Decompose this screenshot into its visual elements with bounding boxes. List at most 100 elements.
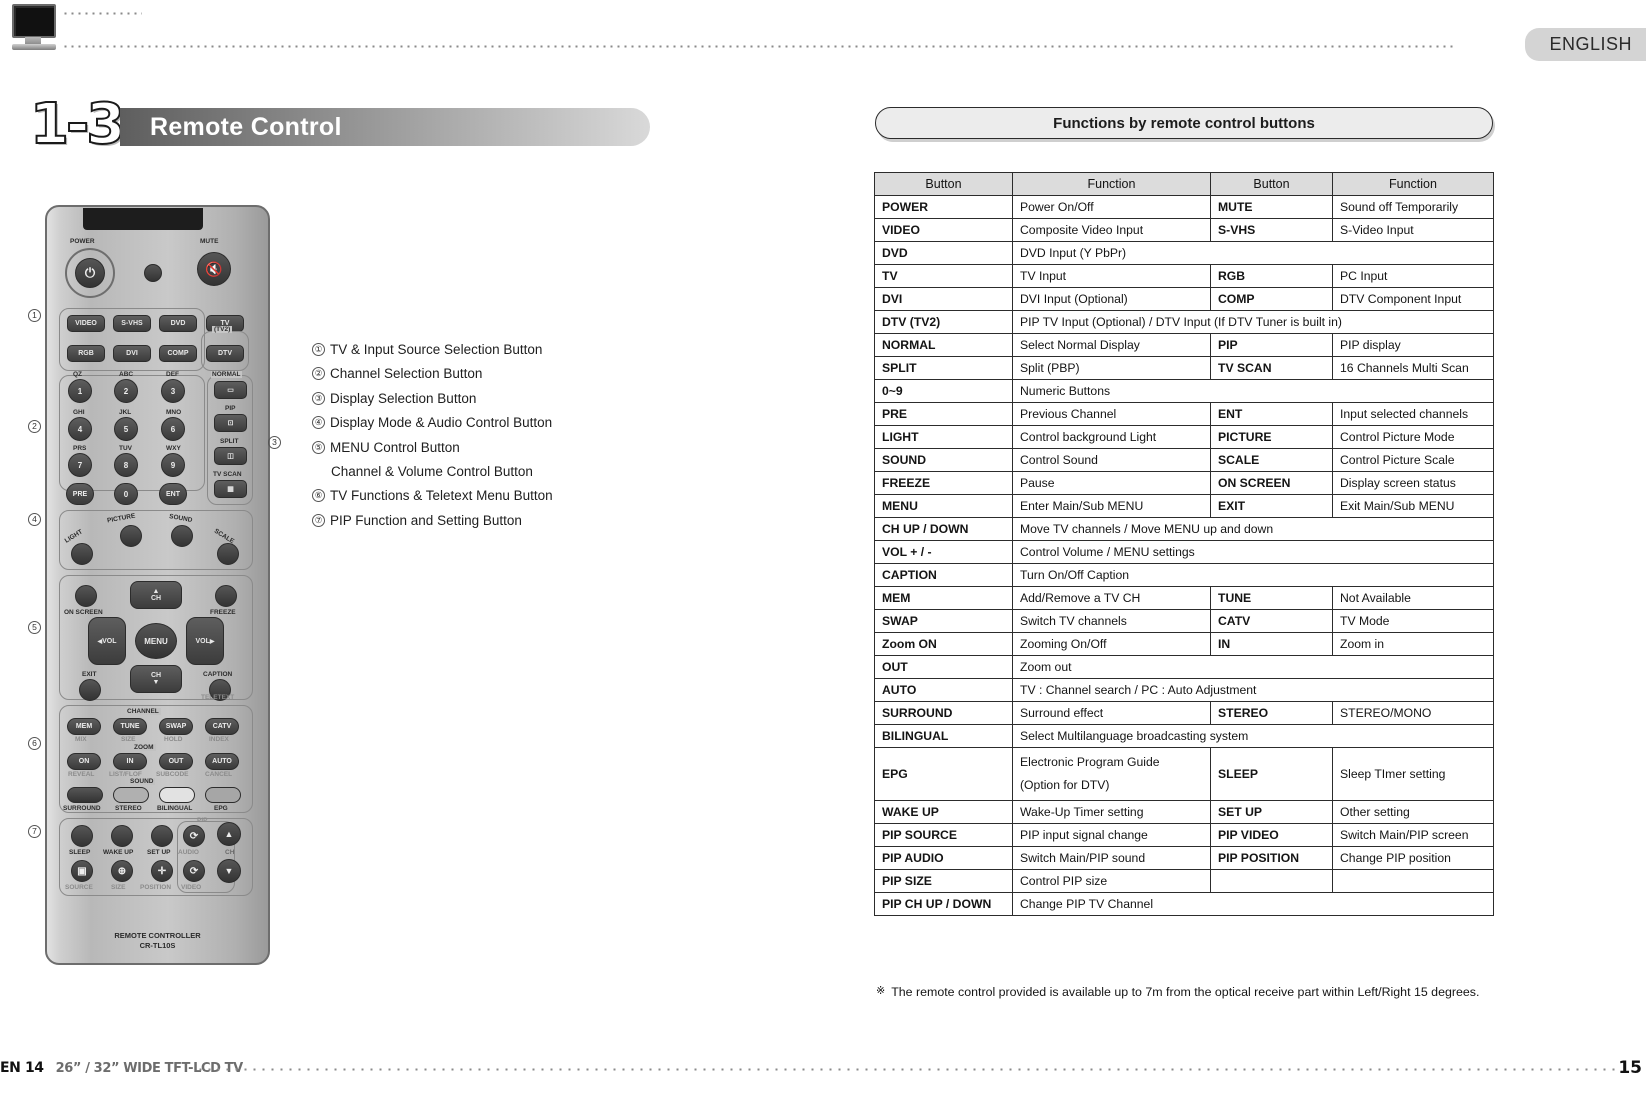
light-button[interactable] xyxy=(71,543,93,565)
key-8[interactable]: 8 xyxy=(114,453,138,477)
vol-up-button[interactable]: VOL ▶ xyxy=(186,617,224,665)
cell-function-2: 16 Channels Multi Scan xyxy=(1332,356,1494,380)
pip-button[interactable]: ⊡ xyxy=(214,414,247,432)
legend-item-8: ⑦ PIP Function and Setting Button xyxy=(312,513,612,530)
key-7[interactable]: 7 xyxy=(68,453,92,477)
pip-ch-down-button[interactable]: ▼ xyxy=(217,859,241,883)
cell-function-1: Switch TV channels xyxy=(1012,609,1211,633)
stereo-button[interactable] xyxy=(113,787,149,803)
dtv-button[interactable]: DTV xyxy=(206,345,244,362)
pip-ch-up-button[interactable]: ▲ xyxy=(217,822,241,846)
mute-button[interactable]: 🔇 xyxy=(197,252,231,286)
tvscan-button[interactable]: ▦ xyxy=(214,480,247,498)
cell-function-1: Numeric Buttons xyxy=(1012,379,1494,403)
pip-label: PIP xyxy=(225,405,236,412)
legend-item-2: ② Channel Selection Button xyxy=(312,366,612,383)
header-button-1: Button xyxy=(874,172,1013,196)
cell-function-2: Switch Main/PIP screen xyxy=(1332,823,1494,848)
ent-button[interactable]: ENT xyxy=(159,483,187,505)
cell-button-1: Zoom ON xyxy=(874,632,1013,656)
video-button[interactable]: VIDEO xyxy=(67,315,105,332)
vol-down-button[interactable]: ◀ VOL xyxy=(88,617,126,665)
table-row: PIP SOURCE PIP input signal change PIP VID… xyxy=(874,823,1494,848)
cell-button-1: CH UP / DOWN xyxy=(874,517,1013,541)
cell-button-2: RGB xyxy=(1210,264,1333,288)
key-5[interactable]: 5 xyxy=(114,417,138,441)
tune-button[interactable]: TUNE xyxy=(113,718,147,735)
bilingual-button[interactable] xyxy=(159,787,195,803)
catv-button[interactable]: CATV xyxy=(205,718,239,735)
section-banner: Remote Control xyxy=(120,108,650,146)
pip-source-button[interactable]: ▣ xyxy=(71,860,93,882)
header-dots-long xyxy=(62,45,1456,48)
mix-label: MIX xyxy=(75,736,87,743)
onscreen-button[interactable] xyxy=(75,585,97,607)
ch-up-button[interactable]: ▲ CH xyxy=(130,581,182,609)
pip-video-button[interactable]: ⟳ xyxy=(183,860,205,882)
svhs-button[interactable]: S-VHS xyxy=(113,315,151,332)
zoom-in-button[interactable]: IN xyxy=(113,753,147,770)
split-label: SPLIT xyxy=(220,438,239,445)
pre-button[interactable]: PRE xyxy=(66,483,94,505)
key-4[interactable]: 4 xyxy=(68,417,92,441)
zoom-on-button[interactable]: ON xyxy=(67,753,101,770)
menu-button[interactable]: MENU xyxy=(135,623,177,659)
legend-item-label: Channel & Volume Control Button xyxy=(331,463,533,479)
header-function-1: Function xyxy=(1012,172,1211,196)
key-0[interactable]: 0 xyxy=(114,483,138,505)
rgb-button[interactable]: RGB xyxy=(67,345,105,362)
legend-item-4: ④ Display Mode & Audio Control Button xyxy=(312,415,612,432)
keypad-letters-wxy: WXY xyxy=(166,445,181,452)
pip-size-button[interactable]: ⊕ xyxy=(111,860,133,882)
normal-button[interactable]: ▭ xyxy=(214,381,247,399)
comp-button[interactable]: COMP xyxy=(159,345,197,362)
table-row: SPLIT Split (PBP) TV SCAN 16 Channels Multi… xyxy=(874,356,1494,380)
wakeup-button[interactable] xyxy=(111,825,133,847)
cell-button-2: SCALE xyxy=(1210,448,1333,472)
cell-function-1: Switch Main/PIP sound xyxy=(1012,846,1211,871)
cell-function-2: Display screen status xyxy=(1332,471,1494,495)
cell-button-2: STEREO xyxy=(1210,701,1333,725)
mem-button[interactable]: MEM xyxy=(67,718,101,735)
legend-item-number: ③ xyxy=(312,391,325,405)
ch-down-button[interactable]: CH ▼ xyxy=(130,665,182,693)
power-button[interactable]: ⏻ xyxy=(75,258,105,288)
cell-function-2: Exit Main/Sub MENU xyxy=(1332,494,1494,518)
exit-button[interactable] xyxy=(79,679,101,701)
surround-button[interactable] xyxy=(67,787,103,803)
pip-position-button[interactable]: ✛ xyxy=(151,860,173,882)
cell-function-1: Add/Remove a TV CH xyxy=(1012,586,1211,610)
pip-audio-button[interactable]: ⟳ xyxy=(183,825,205,847)
legend-list: ① TV & Input Source Selection Button ② Chan… xyxy=(312,342,612,537)
auto-button[interactable]: AUTO xyxy=(205,753,239,770)
setup-button[interactable] xyxy=(151,825,173,847)
split-button[interactable]: ◫ xyxy=(214,447,247,465)
zoom-out-button[interactable]: OUT xyxy=(159,753,193,770)
normal-label: NORMAL xyxy=(211,371,242,378)
table-row: 0~9 Numeric Buttons xyxy=(874,379,1494,403)
legend-item-label: TV & Input Source Selection Button xyxy=(330,342,543,357)
sound-button[interactable] xyxy=(171,525,193,547)
key-1[interactable]: 1 xyxy=(68,379,92,403)
key-6[interactable]: 6 xyxy=(161,417,185,441)
cell-function-1: Split (PBP) xyxy=(1012,356,1211,380)
picture-button[interactable] xyxy=(120,525,142,547)
epg-button[interactable] xyxy=(205,787,241,803)
scale-button[interactable] xyxy=(217,543,239,565)
remote-marker-5: 5 xyxy=(28,619,41,634)
cell-button-1: BILINGUAL xyxy=(874,724,1013,748)
key-2[interactable]: 2 xyxy=(114,379,138,403)
cell-function-2: STEREO/MONO xyxy=(1332,701,1494,725)
sleep-button[interactable] xyxy=(71,825,93,847)
dvd-button[interactable]: DVD xyxy=(159,315,197,332)
freeze-button[interactable] xyxy=(215,585,237,607)
key-3[interactable]: 3 xyxy=(161,379,185,403)
cell-function-2: Zoom in xyxy=(1332,632,1494,656)
table-row: LIGHT Control background Light PICTURE Cont… xyxy=(874,425,1494,449)
swap-button[interactable]: SWAP xyxy=(159,718,193,735)
pip-group-label: PIP xyxy=(197,817,208,824)
remote-marker-7: 7 xyxy=(28,823,41,838)
vol-left-label: VOL xyxy=(102,637,117,645)
dvi-button[interactable]: DVI xyxy=(113,345,151,362)
key-9[interactable]: 9 xyxy=(161,453,185,477)
